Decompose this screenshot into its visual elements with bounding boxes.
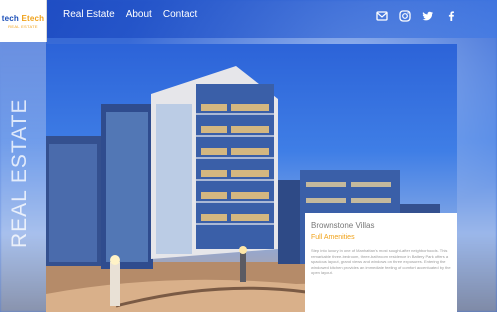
nav-real-estate[interactable]: Real Estate — [63, 9, 115, 20]
listing-title: Brownstone Villas — [311, 221, 375, 230]
instagram-icon[interactable] — [399, 10, 411, 22]
mail-icon[interactable] — [376, 10, 388, 22]
listing-card[interactable]: Brownstone Villas Full Amenities Step in… — [305, 213, 457, 312]
nav-contact[interactable]: Contact — [163, 9, 197, 20]
vertical-section-title: REAL ESTATE — [8, 98, 31, 248]
main-nav: Real Estate About Contact — [63, 9, 197, 20]
logo[interactable]: tech Etech REAL ESTATE — [0, 0, 47, 42]
twitter-icon[interactable] — [422, 10, 434, 22]
logo-name: tech Etech — [1, 13, 45, 23]
listing-description: Step into luxury in one of Manhattan's m… — [311, 248, 451, 275]
logo-tagline: REAL ESTATE — [8, 23, 38, 29]
social-links — [376, 10, 457, 22]
listing-subtitle: Full Amenities — [311, 234, 355, 241]
facebook-icon[interactable] — [445, 10, 457, 22]
nav-about[interactable]: About — [126, 9, 152, 20]
